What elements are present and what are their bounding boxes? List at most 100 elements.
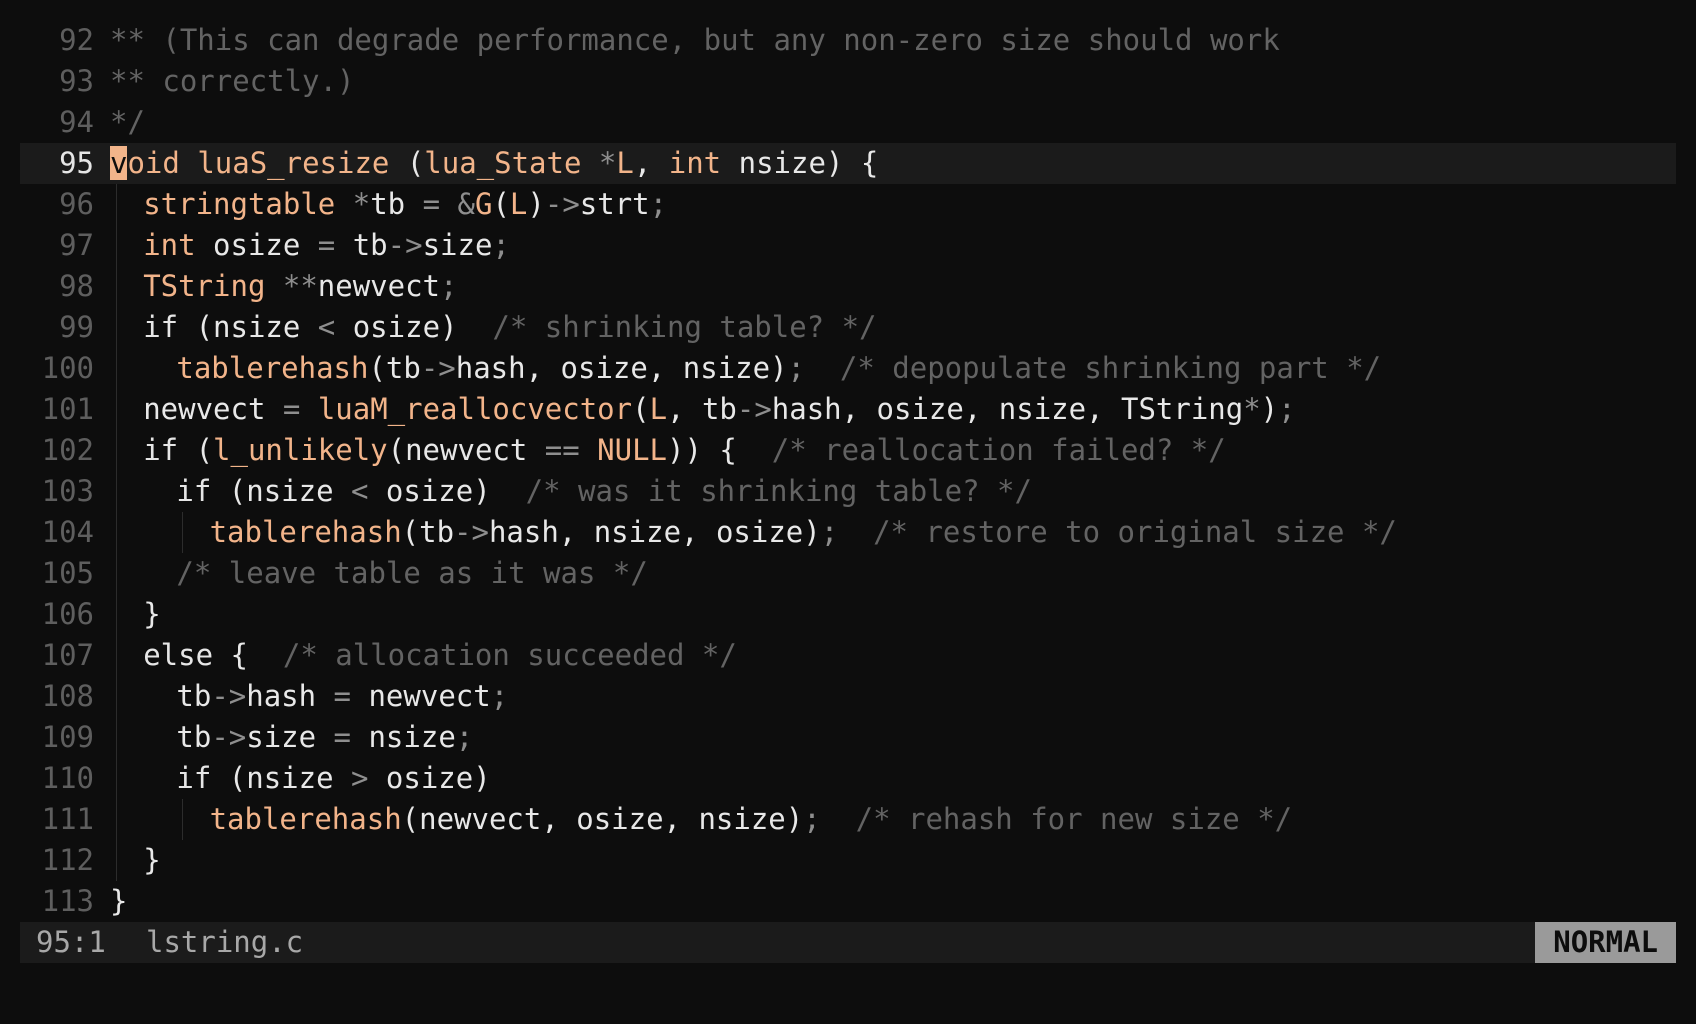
code-line[interactable]: 95 void luaS_resize (lua_State *L, int ns…: [20, 143, 1676, 184]
line-number: 105: [41, 556, 94, 590]
code-token: ->: [420, 351, 456, 385]
code-token: ;: [649, 187, 668, 221]
code-token: (: [389, 146, 425, 180]
code-token: /* reallocation failed? */: [771, 433, 1226, 467]
code-token: osize: [195, 228, 318, 262]
code-line[interactable]: 113}: [20, 881, 1676, 922]
code-line[interactable]: 101 newvect = luaM_reallocvector(L, tb->h…: [20, 389, 1676, 430]
code-token: osize): [368, 474, 526, 508]
code-token: nsize: [351, 720, 456, 754]
code-text: tb->size = nsize;: [176, 717, 473, 758]
indent-guide: [116, 758, 117, 799]
code-token: ->: [211, 679, 247, 713]
code-token: /* was it shrinking table? */: [525, 474, 1032, 508]
code-token: }: [110, 884, 128, 918]
code-line[interactable]: 94 */: [20, 102, 1676, 143]
indent-guide: [116, 512, 117, 553]
code-text: else { /* allocation succeeded */: [143, 635, 737, 676]
code-line[interactable]: 109 tb->size = nsize;: [20, 717, 1676, 758]
code-token: (tb: [368, 351, 421, 385]
line-number: 112: [41, 843, 94, 877]
code-token: osize): [335, 310, 493, 344]
code-line[interactable]: 102 if (l_unlikely(newvect == NULL)) { /*…: [20, 430, 1676, 471]
code-line[interactable]: 111 tablerehash(newvect, osize, nsize); /…: [20, 799, 1676, 840]
code-token: =: [317, 228, 336, 262]
code-line[interactable]: 96 stringtable *tb = &G(L)->strt;: [20, 184, 1676, 225]
code-line[interactable]: 93 ** correctly.): [20, 61, 1676, 102]
code-token: nsize) {: [721, 146, 879, 180]
code-token: newvect: [143, 392, 283, 426]
code-text: ** correctly.): [110, 61, 354, 102]
code-token: hash, osize, nsize): [455, 351, 788, 385]
code-token: luaM_reallocvector: [317, 392, 633, 426]
code-line[interactable]: 92 ** (This can degrade performance, but …: [20, 20, 1676, 61]
code-token: (newvect, osize, nsize): [401, 802, 804, 836]
code-token: L: [649, 392, 668, 426]
line-number: 102: [41, 433, 94, 467]
code-token: hash, osize, nsize, TString: [771, 392, 1244, 426]
code-token: ** (This can degrade performance, but an…: [110, 23, 1280, 57]
indent-guide: [116, 717, 117, 758]
code-text: */: [110, 102, 145, 143]
code-token: size: [422, 228, 493, 262]
code-text: }: [143, 594, 160, 635]
code-line[interactable]: 103 if (nsize < osize) /* was it shrinkin…: [20, 471, 1676, 512]
line-number: 101: [41, 392, 94, 426]
code-token: int: [668, 146, 722, 180]
code-line[interactable]: 99 if (nsize < osize) /* shrinking table?…: [20, 307, 1676, 348]
code-token: /* leave table as it was */: [176, 556, 648, 590]
code-line[interactable]: 97 int osize = tb->size;: [20, 225, 1676, 266]
line-number: 92: [59, 23, 94, 57]
code-text: if (l_unlikely(newvect == NULL)) { /* re…: [143, 430, 1226, 471]
code-token: tb: [176, 679, 212, 713]
code-token: osize): [368, 761, 491, 795]
code-token: strt: [579, 187, 650, 221]
code-line[interactable]: 112}: [20, 840, 1676, 881]
code-token: TString: [143, 269, 266, 303]
code-token: /* allocation succeeded */: [282, 638, 737, 672]
code-token: if: [176, 761, 212, 795]
code-token: /* rehash for new size */: [855, 802, 1293, 836]
code-line[interactable]: 110 if (nsize > osize): [20, 758, 1676, 799]
code-token: newvect: [351, 679, 491, 713]
code-token: =: [282, 392, 301, 426]
code-line[interactable]: 100 tablerehash(tb->hash, osize, nsize); …: [20, 348, 1676, 389]
line-number: 109: [41, 720, 94, 754]
code-token: =: [333, 679, 352, 713]
line-number: 103: [41, 474, 94, 508]
code-line[interactable]: 107 else { /* allocation succeeded */: [20, 635, 1676, 676]
line-number: 107: [41, 638, 94, 672]
code-token: ->: [544, 187, 580, 221]
code-line[interactable]: 106}: [20, 594, 1676, 635]
code-token: ;: [492, 228, 510, 262]
code-token: ,: [633, 146, 669, 180]
line-number: 110: [41, 761, 94, 795]
code-token: ;: [1278, 392, 1296, 426]
code-line[interactable]: 104 tablerehash(tb->hash, nsize, osize); …: [20, 512, 1676, 553]
cursor: v: [110, 146, 128, 180]
indent-guide: [116, 430, 117, 471]
code-text: TString **newvect;: [143, 266, 457, 307]
code-token: <: [317, 310, 336, 344]
code-line[interactable]: 108 tb->hash = newvect;: [20, 676, 1676, 717]
code-token: ;: [440, 269, 458, 303]
code-line[interactable]: 98 TString **newvect;: [20, 266, 1676, 307]
code-token: ** correctly.): [110, 64, 355, 98]
code-token: ->: [211, 720, 247, 754]
line-number: 97: [59, 228, 94, 262]
code-text: tablerehash(newvect, osize, nsize); /* r…: [210, 799, 1293, 840]
code-text: tb->hash = newvect;: [176, 676, 508, 717]
code-text: void luaS_resize (lua_State *L, int nsiz…: [110, 143, 878, 184]
code-token: NULL: [597, 433, 668, 467]
code-token: (: [632, 392, 650, 426]
code-text: tablerehash(tb->hash, nsize, osize); /* …: [210, 512, 1397, 553]
code-token: =: [333, 720, 352, 754]
indent-guide: [116, 184, 117, 225]
code-editor[interactable]: 92 ** (This can degrade performance, but …: [20, 20, 1676, 922]
line-number: 96: [59, 187, 94, 221]
code-token: int: [143, 228, 196, 262]
line-number: 104: [41, 515, 94, 549]
code-line[interactable]: 105 /* leave table as it was */: [20, 553, 1676, 594]
